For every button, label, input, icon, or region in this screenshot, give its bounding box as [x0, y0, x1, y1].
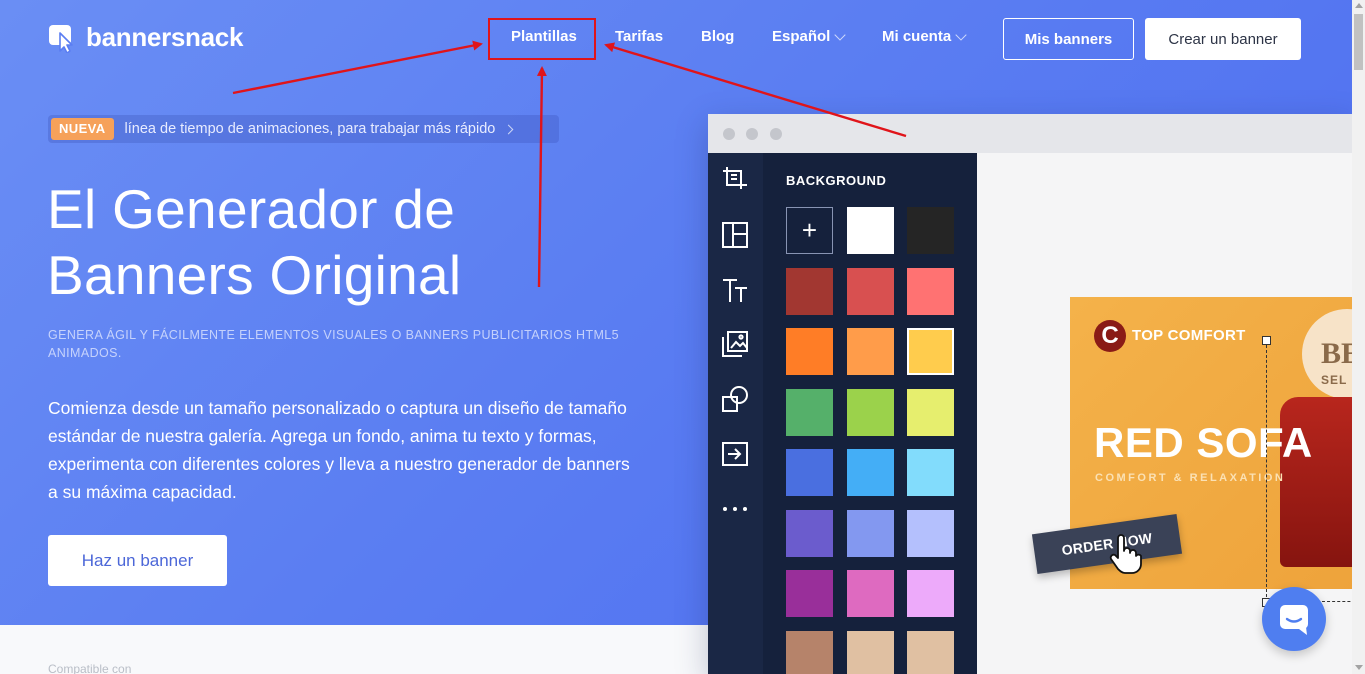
- brand-name: bannersnack: [86, 22, 244, 52]
- nav-tarifas[interactable]: Tarifas: [615, 28, 663, 45]
- export-icon[interactable]: [721, 440, 749, 468]
- crop-icon[interactable]: [721, 165, 749, 193]
- nav-account-label: Mi cuenta: [882, 28, 952, 45]
- chat-button[interactable]: [1262, 587, 1326, 651]
- window-titlebar: [708, 114, 1352, 153]
- resize-handle[interactable]: [1262, 336, 1271, 345]
- hand-cursor-icon: [1109, 534, 1142, 574]
- color-swatch[interactable]: [847, 509, 894, 557]
- nav-account[interactable]: Mi cuenta: [882, 28, 967, 45]
- color-swatch[interactable]: [847, 570, 894, 617]
- panel-title: BACKGROUND: [786, 173, 887, 188]
- color-swatch[interactable]: [786, 630, 833, 674]
- selection-box: [1266, 340, 1352, 602]
- color-swatch[interactable]: [786, 570, 833, 617]
- color-swatch[interactable]: [847, 328, 894, 375]
- color-swatch[interactable]: [847, 630, 894, 674]
- window-dot: [723, 128, 735, 140]
- color-swatch[interactable]: [907, 449, 954, 496]
- color-swatch[interactable]: [847, 207, 894, 254]
- hero-description: Comienza desde un tamaño personalizado o…: [48, 398, 630, 502]
- chevron-right-icon: [503, 124, 514, 134]
- page-scrollbar[interactable]: [1352, 0, 1365, 674]
- nav-language-label: Español: [772, 28, 831, 45]
- ad-logo: C: [1094, 320, 1126, 352]
- announcement-text: línea de tiempo de animaciones, para tra…: [124, 121, 496, 137]
- color-swatch[interactable]: [786, 449, 833, 496]
- editor-preview: BACKGROUND + BE SEL C TOP COMFORT RED SO…: [708, 114, 1352, 674]
- color-swatch[interactable]: [907, 388, 954, 436]
- announcement-pill[interactable]: NUEVA línea de tiempo de animaciones, pa…: [48, 115, 559, 143]
- color-swatch[interactable]: [907, 328, 954, 375]
- color-swatch[interactable]: [907, 570, 954, 617]
- color-swatch[interactable]: [907, 509, 954, 557]
- page-title: El Generador de Banners Original: [47, 176, 461, 308]
- ad-tagline: COMFORT & RELAXATION: [1095, 472, 1286, 484]
- create-banner-button[interactable]: Crear un banner: [1145, 18, 1301, 60]
- chat-icon: [1280, 605, 1308, 635]
- window-dot: [770, 128, 782, 140]
- nav-language[interactable]: Español: [772, 28, 847, 45]
- background-panel: BACKGROUND +: [763, 153, 977, 674]
- title-line-1: El Generador de: [47, 178, 456, 240]
- tool-rail: [708, 153, 763, 674]
- color-swatch[interactable]: [847, 449, 894, 496]
- color-swatch[interactable]: [786, 509, 833, 557]
- compatible-label: Compatible con: [48, 662, 132, 674]
- highlight-box: [488, 18, 596, 60]
- scroll-down-icon[interactable]: [1355, 665, 1363, 670]
- text-icon[interactable]: [721, 276, 749, 304]
- make-banner-button[interactable]: Haz un banner: [48, 535, 227, 586]
- more-icon[interactable]: [721, 495, 749, 523]
- shapes-icon[interactable]: [721, 385, 749, 413]
- color-swatch[interactable]: [786, 328, 833, 375]
- new-badge: NUEVA: [51, 118, 114, 140]
- color-swatch[interactable]: [907, 267, 954, 315]
- color-swatch[interactable]: [907, 630, 954, 674]
- color-swatch[interactable]: [786, 267, 833, 315]
- add-color-button[interactable]: +: [786, 207, 833, 254]
- color-swatch[interactable]: [907, 207, 954, 254]
- bannersnack-logo-icon: [49, 24, 73, 53]
- color-swatch[interactable]: [847, 388, 894, 436]
- scroll-up-icon[interactable]: [1355, 3, 1363, 8]
- logo[interactable]: bannersnack: [48, 22, 243, 53]
- window-dot: [746, 128, 758, 140]
- images-icon[interactable]: [721, 330, 749, 358]
- hero-subtitle: GENERA ÁGIL Y FÁCILMENTE ELEMENTOS VISUA…: [48, 328, 620, 360]
- nav-tarifas-label: Tarifas: [615, 28, 664, 45]
- my-banners-button[interactable]: Mis banners: [1003, 18, 1134, 60]
- nav-blog[interactable]: Blog: [701, 28, 734, 45]
- nav-blog-label: Blog: [701, 28, 735, 45]
- color-swatch[interactable]: [847, 267, 894, 315]
- color-swatch[interactable]: [786, 388, 833, 436]
- chevron-down-icon: [955, 28, 967, 41]
- title-line-2: Banners Original: [47, 244, 462, 306]
- chevron-down-icon: [834, 28, 847, 41]
- ad-brand: TOP COMFORT: [1132, 327, 1246, 344]
- layout-icon[interactable]: [721, 221, 749, 249]
- scroll-thumb[interactable]: [1354, 14, 1363, 70]
